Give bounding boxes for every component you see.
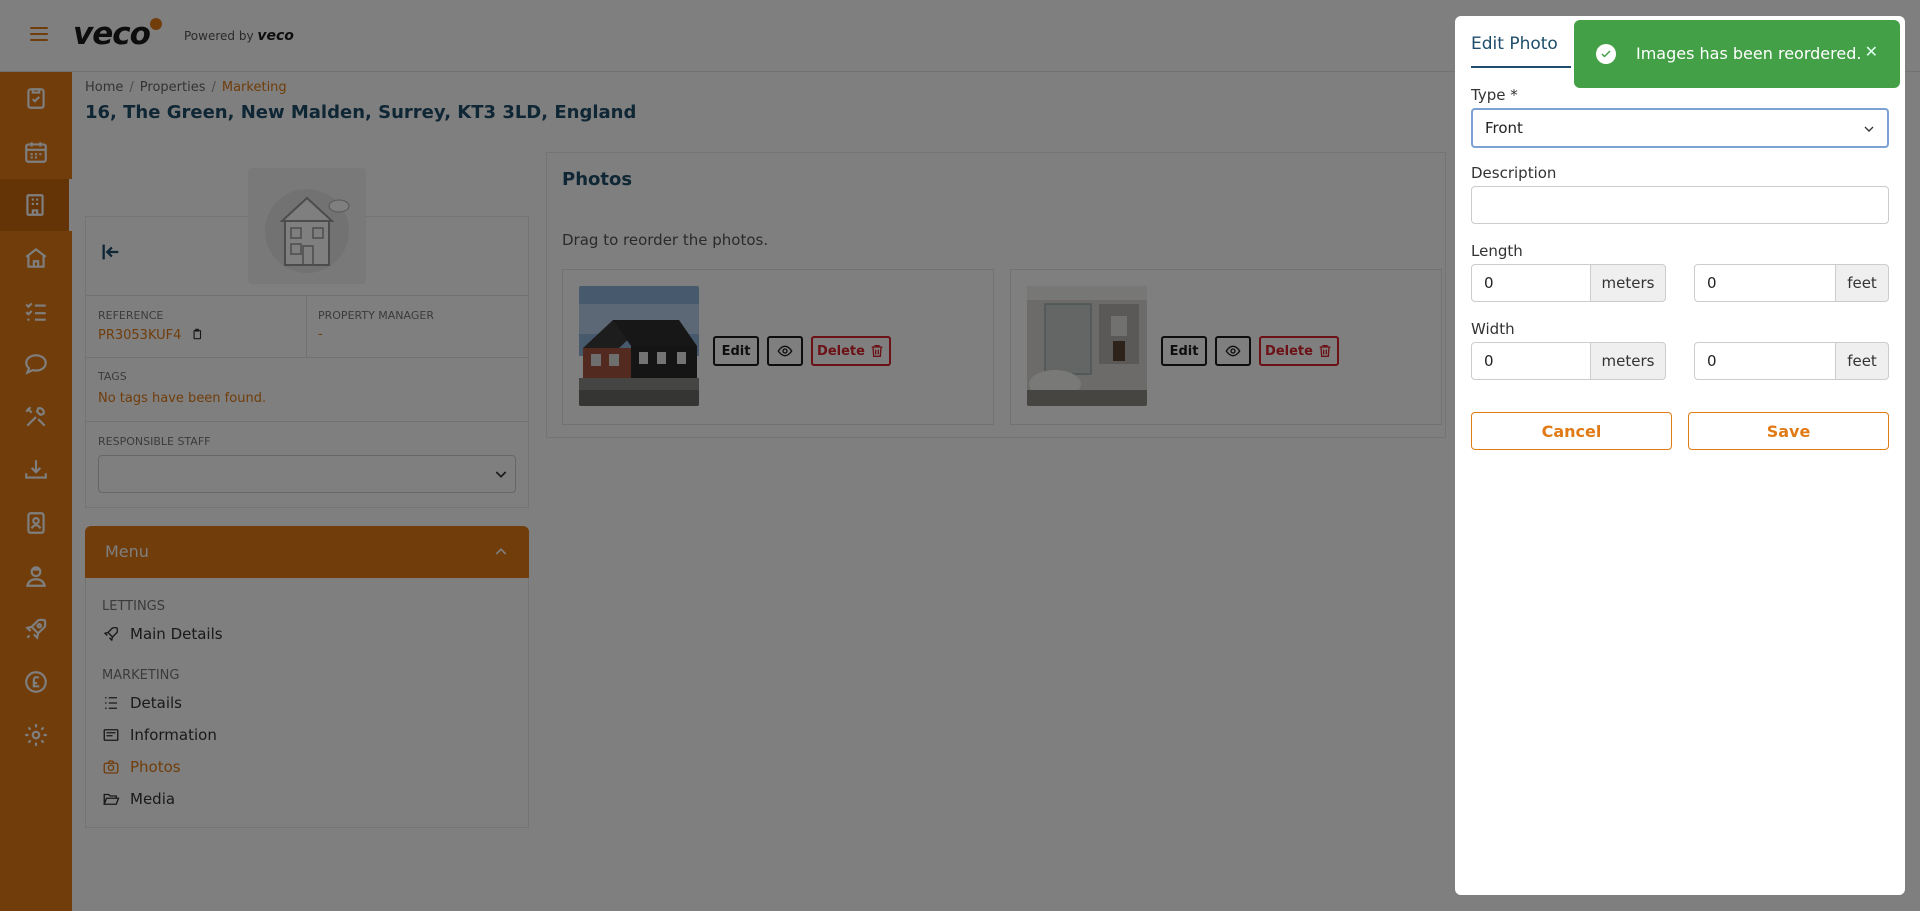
length-meters-unit: meters [1590, 264, 1666, 302]
toast-close-icon[interactable]: ✕ [1865, 42, 1878, 61]
edit-photo-panel: Edit Photo Type * Front Description Leng… [1455, 16, 1905, 895]
chevron-down-icon [1864, 126, 1874, 132]
success-toast: Images has been reordered. ✕ [1574, 20, 1900, 88]
toast-message: Images has been reordered. [1636, 44, 1862, 63]
cancel-button[interactable]: Cancel [1471, 412, 1672, 450]
length-meters-input[interactable]: 0 [1471, 264, 1591, 302]
width-label: Width [1471, 320, 1515, 338]
type-select[interactable]: Front [1471, 108, 1889, 148]
length-feet-unit: feet [1835, 264, 1889, 302]
description-label: Description [1471, 164, 1557, 182]
width-feet-unit: feet [1835, 342, 1889, 380]
save-button[interactable]: Save [1688, 412, 1889, 450]
description-input[interactable] [1471, 186, 1889, 224]
width-meters-input[interactable]: 0 [1471, 342, 1591, 380]
check-circle-icon [1596, 44, 1616, 64]
length-feet-input[interactable]: 0 [1694, 264, 1836, 302]
type-label: Type * [1471, 86, 1518, 104]
width-feet-input[interactable]: 0 [1694, 342, 1836, 380]
panel-title: Edit Photo [1471, 34, 1558, 54]
width-meters-unit: meters [1590, 342, 1666, 380]
length-label: Length [1471, 242, 1523, 260]
